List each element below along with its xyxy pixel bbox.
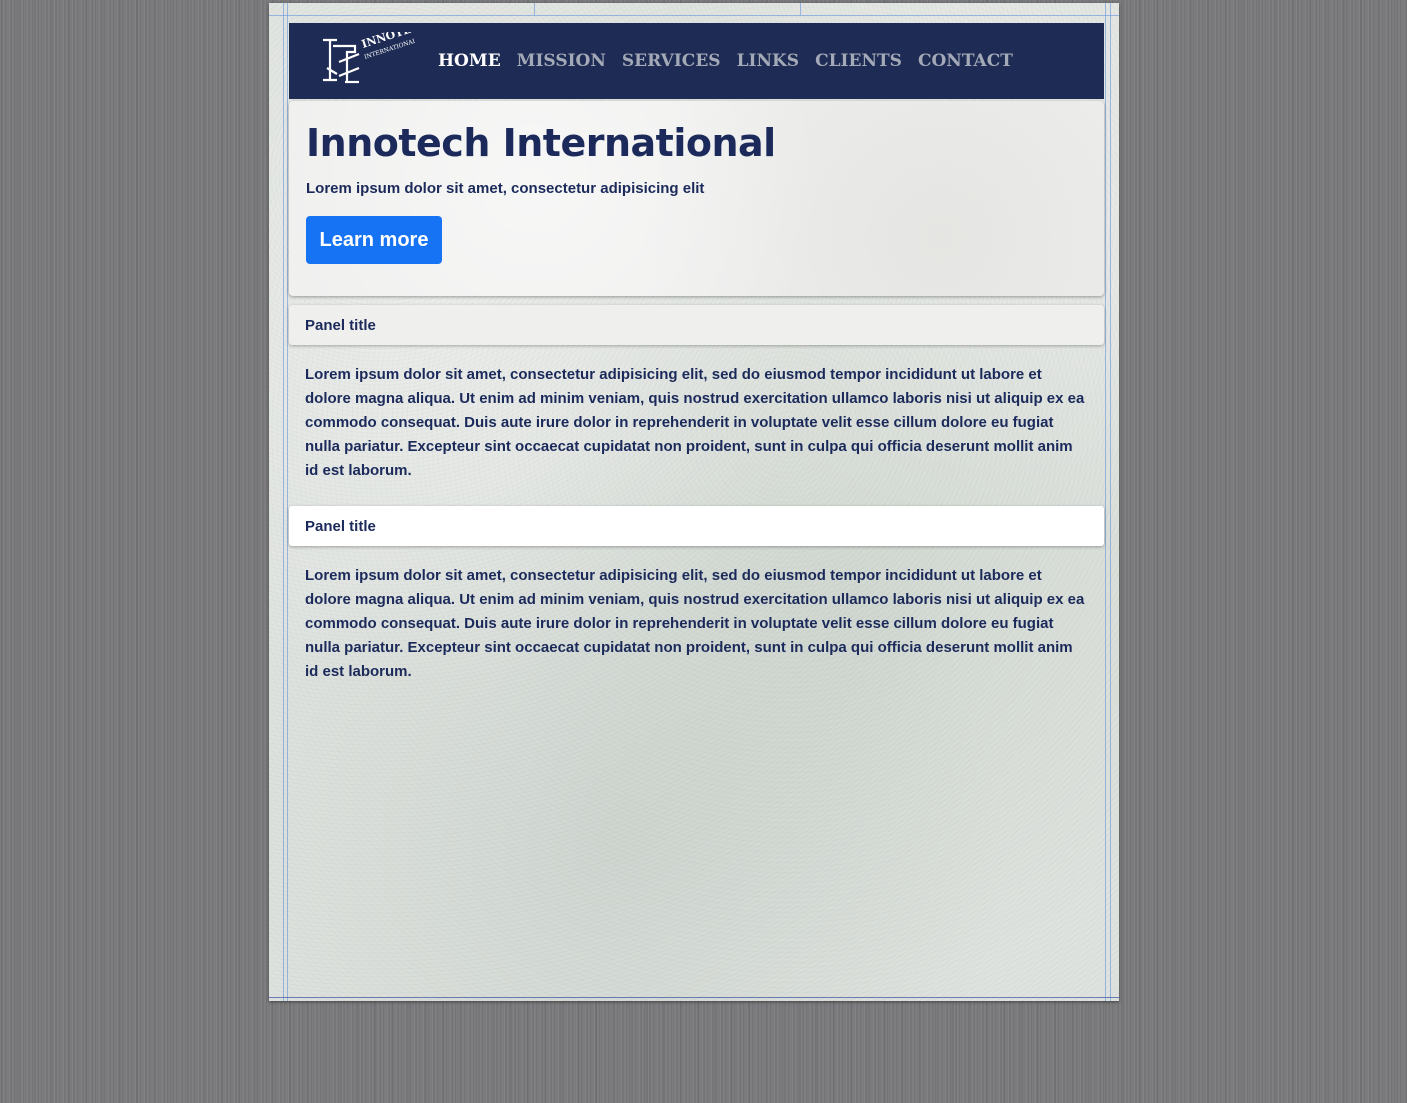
blueprint-line bbox=[283, 3, 284, 1001]
nav-item-home[interactable]: HOME bbox=[438, 51, 501, 71]
learn-more-button[interactable]: Learn more bbox=[306, 216, 442, 264]
nav-item-clients[interactable]: CLIENTS bbox=[815, 51, 902, 71]
brand-logo[interactable]: INNOTECH INTERNATIONAL LLC bbox=[319, 17, 432, 90]
blueprint-line bbox=[269, 15, 1119, 16]
page-title: Innotech International bbox=[306, 121, 776, 165]
panel-title: Panel title bbox=[305, 316, 376, 334]
hero-jumbotron: Innotech International Lorem ipsum dolor… bbox=[289, 101, 1104, 296]
nav-item-mission[interactable]: MISSION bbox=[517, 51, 606, 71]
panel-heading: Panel title bbox=[289, 506, 1104, 546]
panel-body: Lorem ipsum dolor sit amet, consectetur … bbox=[305, 366, 1085, 479]
blueprint-line bbox=[534, 3, 535, 15]
nav-item-services[interactable]: SERVICES bbox=[622, 51, 721, 71]
blueprint-line bbox=[287, 3, 288, 1001]
hero-subtitle: Lorem ipsum dolor sit amet, consectetur … bbox=[306, 180, 705, 197]
blueprint-line bbox=[800, 3, 801, 15]
main-nav: HOME MISSION SERVICES LINKS CLIENTS CONT… bbox=[438, 23, 1029, 99]
page-paper: INNOTECH INTERNATIONAL LLC HOME MISSION … bbox=[269, 3, 1119, 1001]
panel-body: Lorem ipsum dolor sit amet, consectetur … bbox=[305, 567, 1085, 680]
blueprint-line bbox=[1110, 3, 1111, 1001]
panel-heading: Panel title bbox=[289, 305, 1104, 345]
innotech-logo-icon: INNOTECH INTERNATIONAL LLC bbox=[323, 17, 432, 84]
blueprint-line bbox=[269, 997, 1119, 998]
blueprint-line bbox=[1105, 3, 1106, 1001]
nav-item-contact[interactable]: CONTACT bbox=[918, 51, 1013, 71]
nav-item-links[interactable]: LINKS bbox=[737, 51, 800, 71]
panel-title: Panel title bbox=[305, 517, 376, 535]
navbar: INNOTECH INTERNATIONAL LLC HOME MISSION … bbox=[289, 17, 1104, 99]
